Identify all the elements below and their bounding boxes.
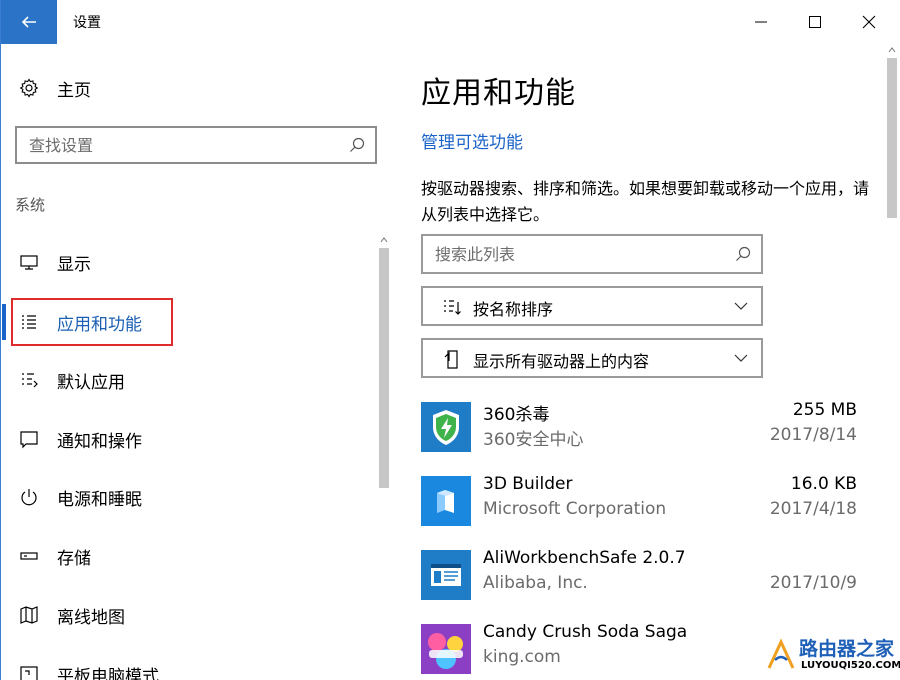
sidebar-item-label: 存储 — [57, 548, 91, 569]
app-install-date: 2017/4/18 — [769, 499, 857, 519]
drive-dropdown-label: 显示所有驱动器上的内容 — [473, 352, 650, 371]
app-publisher: Alibaba, Inc. — [483, 573, 588, 593]
sidebar-item-label: 电源和睡眠 — [57, 489, 142, 510]
settings-search-box[interactable] — [15, 126, 377, 164]
sidebar-item-label: 通知和操作 — [57, 431, 142, 452]
monitor-icon — [20, 255, 38, 270]
app-size: 255 MB — [792, 400, 857, 420]
settings-search-input[interactable] — [17, 128, 337, 162]
red-highlight-box — [11, 298, 173, 346]
window-title: 设置 — [73, 15, 101, 31]
watermark: 路由器之家 LUYOUQI520.COM — [761, 632, 900, 680]
sidebar-item-offline-maps[interactable]: 离线地图 — [1, 595, 371, 635]
sidebar-item-power-sleep[interactable]: 电源和睡眠 — [1, 477, 371, 517]
app-name: 360杀毒 — [483, 405, 550, 425]
app-list-search-box[interactable] — [421, 234, 763, 274]
aliworkbench-icon — [421, 550, 471, 600]
sidebar-item-label: 显示 — [57, 254, 91, 275]
app-publisher: 360安全中心 — [483, 430, 584, 450]
back-arrow-icon — [21, 16, 36, 28]
minimize-button[interactable] — [735, 0, 787, 44]
sidebar-item-label: 平板电脑模式 — [57, 666, 159, 680]
app-publisher: Microsoft Corporation — [483, 499, 667, 519]
watermark-text: 路由器之家 — [799, 638, 895, 660]
app-name: 3D Builder — [483, 474, 573, 494]
chevron-down-icon — [734, 302, 748, 310]
storage-icon — [20, 552, 38, 560]
3d-builder-icon — [421, 476, 471, 526]
sidebar-item-label: 离线地图 — [57, 607, 125, 628]
sort-dropdown[interactable]: 按名称排序 — [421, 286, 763, 326]
sidebar-home[interactable]: 主页 — [19, 74, 91, 102]
default-apps-icon — [22, 373, 38, 388]
app-list-item-aliworkbench[interactable]: AliWorkbenchSafe 2.0.7 Alibaba, Inc. 201… — [421, 546, 861, 606]
description-text: 按驱动器搜索、排序和筛选。如果想要卸载或移动一个应用，请从列表中选择它。 — [421, 179, 870, 224]
close-button[interactable] — [843, 0, 895, 44]
360-antivirus-icon — [421, 402, 471, 452]
back-button[interactable] — [1, 0, 57, 44]
drive-filter-icon — [444, 350, 458, 369]
drive-filter-dropdown[interactable]: 显示所有驱动器上的内容 — [421, 338, 763, 378]
map-icon — [20, 606, 38, 624]
watermark-url: LUYOUQI520.COM — [801, 660, 900, 671]
sidebar-item-label: 默认应用 — [57, 372, 125, 393]
app-publisher: king.com — [483, 647, 561, 667]
minimize-icon — [755, 21, 767, 23]
settings-window: 设置 主页 系统 显示 应用和功能 默认应用 — [0, 0, 900, 680]
sort-dropdown-label: 按名称排序 — [473, 300, 554, 319]
candy-crush-icon — [421, 624, 471, 674]
maximize-icon — [809, 16, 821, 28]
chevron-down-icon — [734, 354, 748, 362]
app-name: AliWorkbenchSafe 2.0.7 — [483, 548, 686, 568]
gear-icon — [19, 78, 39, 98]
app-name: Candy Crush Soda Saga — [483, 622, 688, 642]
search-icon[interactable] — [349, 137, 365, 153]
app-install-date: 2017/10/9 — [769, 573, 857, 593]
tablet-mode-icon — [20, 666, 38, 680]
app-list-item-360[interactable]: 360杀毒 360安全中心 255 MB 2017/8/14 — [421, 398, 861, 458]
scrollbar-thumb[interactable] — [379, 248, 389, 488]
scroll-up-icon[interactable] — [379, 234, 389, 246]
app-list-item-3d-builder[interactable]: 3D Builder Microsoft Corporation 16.0 KB… — [421, 472, 861, 532]
sidebar-item-notifications[interactable]: 通知和操作 — [1, 419, 371, 459]
page-title: 应用和功能 — [421, 76, 576, 111]
sort-icon — [444, 300, 461, 315]
home-label: 主页 — [57, 80, 91, 101]
search-icon[interactable] — [735, 246, 751, 262]
app-list-search-input[interactable] — [423, 236, 723, 272]
router-logo-icon — [767, 638, 795, 669]
app-install-date: 2017/8/14 — [769, 425, 857, 445]
sidebar-item-tablet-mode[interactable]: 平板电脑模式 — [1, 654, 371, 680]
main-scrollbar[interactable] — [885, 44, 899, 680]
section-label-system: 系统 — [15, 196, 46, 214]
scroll-up-icon[interactable] — [887, 44, 897, 56]
scrollbar-thumb[interactable] — [887, 58, 897, 218]
sidebar-item-display[interactable]: 显示 — [1, 242, 371, 282]
notification-icon — [20, 431, 38, 449]
maximize-button[interactable] — [789, 0, 841, 44]
manage-optional-features-link[interactable]: 管理可选功能 — [421, 128, 523, 153]
sidebar-item-storage[interactable]: 存储 — [1, 536, 371, 576]
app-size: 16.0 KB — [790, 474, 857, 494]
sidebar-item-default-apps[interactable]: 默认应用 — [1, 360, 371, 400]
close-icon — [862, 15, 876, 29]
title-bar: 设置 — [1, 0, 900, 44]
power-icon — [21, 489, 37, 506]
sidebar-scrollbar[interactable] — [377, 234, 391, 680]
